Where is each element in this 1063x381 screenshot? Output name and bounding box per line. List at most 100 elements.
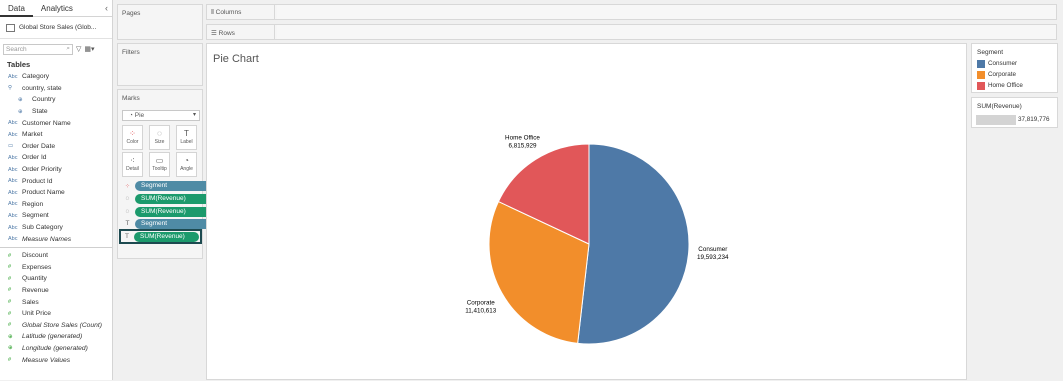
field-label: Customer Name: [22, 119, 71, 127]
field-item[interactable]: # Sales: [0, 296, 112, 308]
field-item[interactable]: ⊕ Longitude (generated): [0, 343, 112, 355]
field-type-icon: ⊕: [18, 108, 23, 115]
field-label: Longitude (generated): [22, 344, 88, 352]
pages-shelf[interactable]: Pages: [117, 4, 203, 40]
search-row: Search ⌕ ▽ ▦▾: [0, 42, 112, 56]
field-item[interactable]: # Discount: [0, 250, 112, 262]
marks-pill-row[interactable]: ◌ SUM(Revenue): [122, 193, 211, 204]
field-item[interactable]: Abc Measure Names: [0, 233, 112, 245]
field-type-icon: Abc: [8, 224, 18, 231]
field-item[interactable]: Abc Category: [0, 71, 112, 83]
tooltip-button[interactable]: ▭ Tooltip: [149, 152, 170, 177]
color-icon: ⁘: [129, 129, 136, 138]
field-item[interactable]: Abc Segment: [0, 210, 112, 222]
segment-color-pill[interactable]: Segment: [135, 180, 211, 191]
field-label: Quantity: [22, 275, 47, 283]
field-item[interactable]: ⚲ country, state: [0, 83, 112, 95]
field-type-icon: Abc: [8, 120, 18, 127]
field-type-icon: Abc: [8, 201, 18, 208]
legend-label: Corporate: [988, 71, 1017, 78]
label-button[interactable]: T Label: [176, 125, 197, 150]
field-type-icon: ⊕: [8, 345, 13, 352]
field-item[interactable]: Abc Order Id: [0, 152, 112, 164]
legend-item-corporate[interactable]: Corporate: [972, 69, 1057, 80]
field-item[interactable]: Abc Product Id: [0, 175, 112, 187]
columns-shelf[interactable]: ⦀ Columns: [206, 4, 1057, 20]
field-item[interactable]: # Expenses: [0, 262, 112, 274]
rows-dropzone[interactable]: [277, 25, 1056, 39]
size-legend-value: 37,819,776: [1018, 116, 1050, 123]
legend-item-home-office[interactable]: Home Office: [972, 80, 1057, 91]
filters-title: Filters: [122, 49, 140, 56]
revenue-angle-pill[interactable]: SUM(Revenue): [135, 206, 211, 217]
data-pane-tabs: Data Analytics ‹: [0, 0, 112, 17]
filters-shelf[interactable]: Filters: [117, 43, 203, 86]
size-legend[interactable]: SUM(Revenue) 37,819,776: [971, 97, 1058, 128]
search-icon: ⌕: [66, 45, 70, 52]
field-type-icon: ▭: [8, 143, 14, 150]
highlighted-pill-row[interactable]: T SUM(Revenue): [119, 229, 202, 244]
angle-icon: ◔: [184, 156, 189, 165]
legend-label: Home Office: [988, 82, 1023, 89]
field-type-icon: #: [8, 287, 12, 294]
field-type-icon: #: [8, 357, 12, 364]
field-item[interactable]: Abc Sub Category: [0, 222, 112, 234]
field-label: Unit Price: [22, 310, 51, 318]
field-item[interactable]: Abc Product Name: [0, 187, 112, 199]
field-item[interactable]: Abc Customer Name: [0, 117, 112, 129]
mark-type-value: Pie: [134, 112, 145, 119]
field-item[interactable]: # Quantity: [0, 273, 112, 285]
marks-pill-row[interactable]: ◌ SUM(Revenue): [122, 206, 211, 217]
size-icon: ◌: [125, 195, 130, 202]
pie-slice-consumer[interactable]: [577, 143, 690, 345]
marks-pill-row[interactable]: ⁘ Segment: [122, 180, 211, 191]
field-item[interactable]: ⊕ Latitude (generated): [0, 331, 112, 343]
worksheet-view[interactable]: Pie Chart Consumer 19,593,234 Corporate 11,…: [206, 43, 967, 380]
field-item[interactable]: # Unit Price: [0, 308, 112, 320]
field-item[interactable]: # Global Store Sales (Count): [0, 319, 112, 331]
field-item[interactable]: ⊕ Country: [0, 94, 112, 106]
color-legend[interactable]: Segment Consumer Corporate Home Office: [971, 43, 1058, 93]
field-item[interactable]: Abc Region: [0, 199, 112, 211]
field-item[interactable]: ▭ Order Date: [0, 141, 112, 153]
field-type-icon: #: [8, 322, 12, 329]
segment-label-pill[interactable]: Segment: [135, 218, 211, 229]
columns-dropzone[interactable]: [277, 5, 1056, 19]
label-label: Label: [180, 139, 193, 145]
field-label: Revenue: [22, 286, 49, 294]
field-label: Global Store Sales (Count): [22, 321, 102, 329]
tab-data[interactable]: Data: [0, 0, 33, 17]
color-button[interactable]: ⁘ Color: [122, 125, 143, 150]
filter-icon[interactable]: ▽: [76, 45, 81, 53]
datasource-item[interactable]: Global Store Sales (Glob...: [0, 17, 112, 39]
revenue-size-pill[interactable]: SUM(Revenue): [135, 193, 211, 204]
marks-pill-row[interactable]: T Segment: [122, 218, 211, 229]
angle-button[interactable]: ◔ Angle: [176, 152, 197, 177]
size-icon: ◌: [157, 129, 162, 138]
search-placeholder: Search: [6, 45, 27, 53]
view-options-icon[interactable]: ▦▾: [84, 45, 94, 53]
field-item[interactable]: ⊕ State: [0, 106, 112, 118]
rows-shelf[interactable]: ☰ Rows: [206, 24, 1057, 40]
field-item[interactable]: # Revenue: [0, 285, 112, 297]
revenue-label-pill[interactable]: SUM(Revenue): [134, 231, 199, 242]
pie-chart[interactable]: Consumer19,593,234 Corporate11,410,613 Hom…: [207, 44, 968, 381]
rows-icon: ☰: [211, 30, 219, 37]
angle-label: Angle: [180, 166, 193, 172]
field-label: Sales: [22, 298, 39, 306]
field-item[interactable]: Abc Order Priority: [0, 164, 112, 176]
field-item[interactable]: # Measure Values: [0, 354, 112, 366]
field-label: Order Priority: [22, 166, 62, 174]
field-type-icon: ⊕: [18, 96, 23, 103]
color-icon: ⁘: [124, 182, 131, 190]
search-input[interactable]: Search ⌕: [3, 43, 73, 55]
detail-button[interactable]: ⁖ Detail: [122, 152, 143, 177]
mark-type-dropdown[interactable]: ◔ Pie ▾: [122, 110, 200, 121]
field-label: Product Id: [22, 177, 53, 185]
field-item[interactable]: Abc Market: [0, 129, 112, 141]
size-button[interactable]: ◌ Size: [149, 125, 170, 150]
collapse-icon[interactable]: ‹: [105, 3, 108, 13]
field-label: Market: [22, 131, 43, 139]
tab-analytics[interactable]: Analytics: [33, 0, 81, 17]
legend-item-consumer[interactable]: Consumer: [972, 58, 1057, 69]
